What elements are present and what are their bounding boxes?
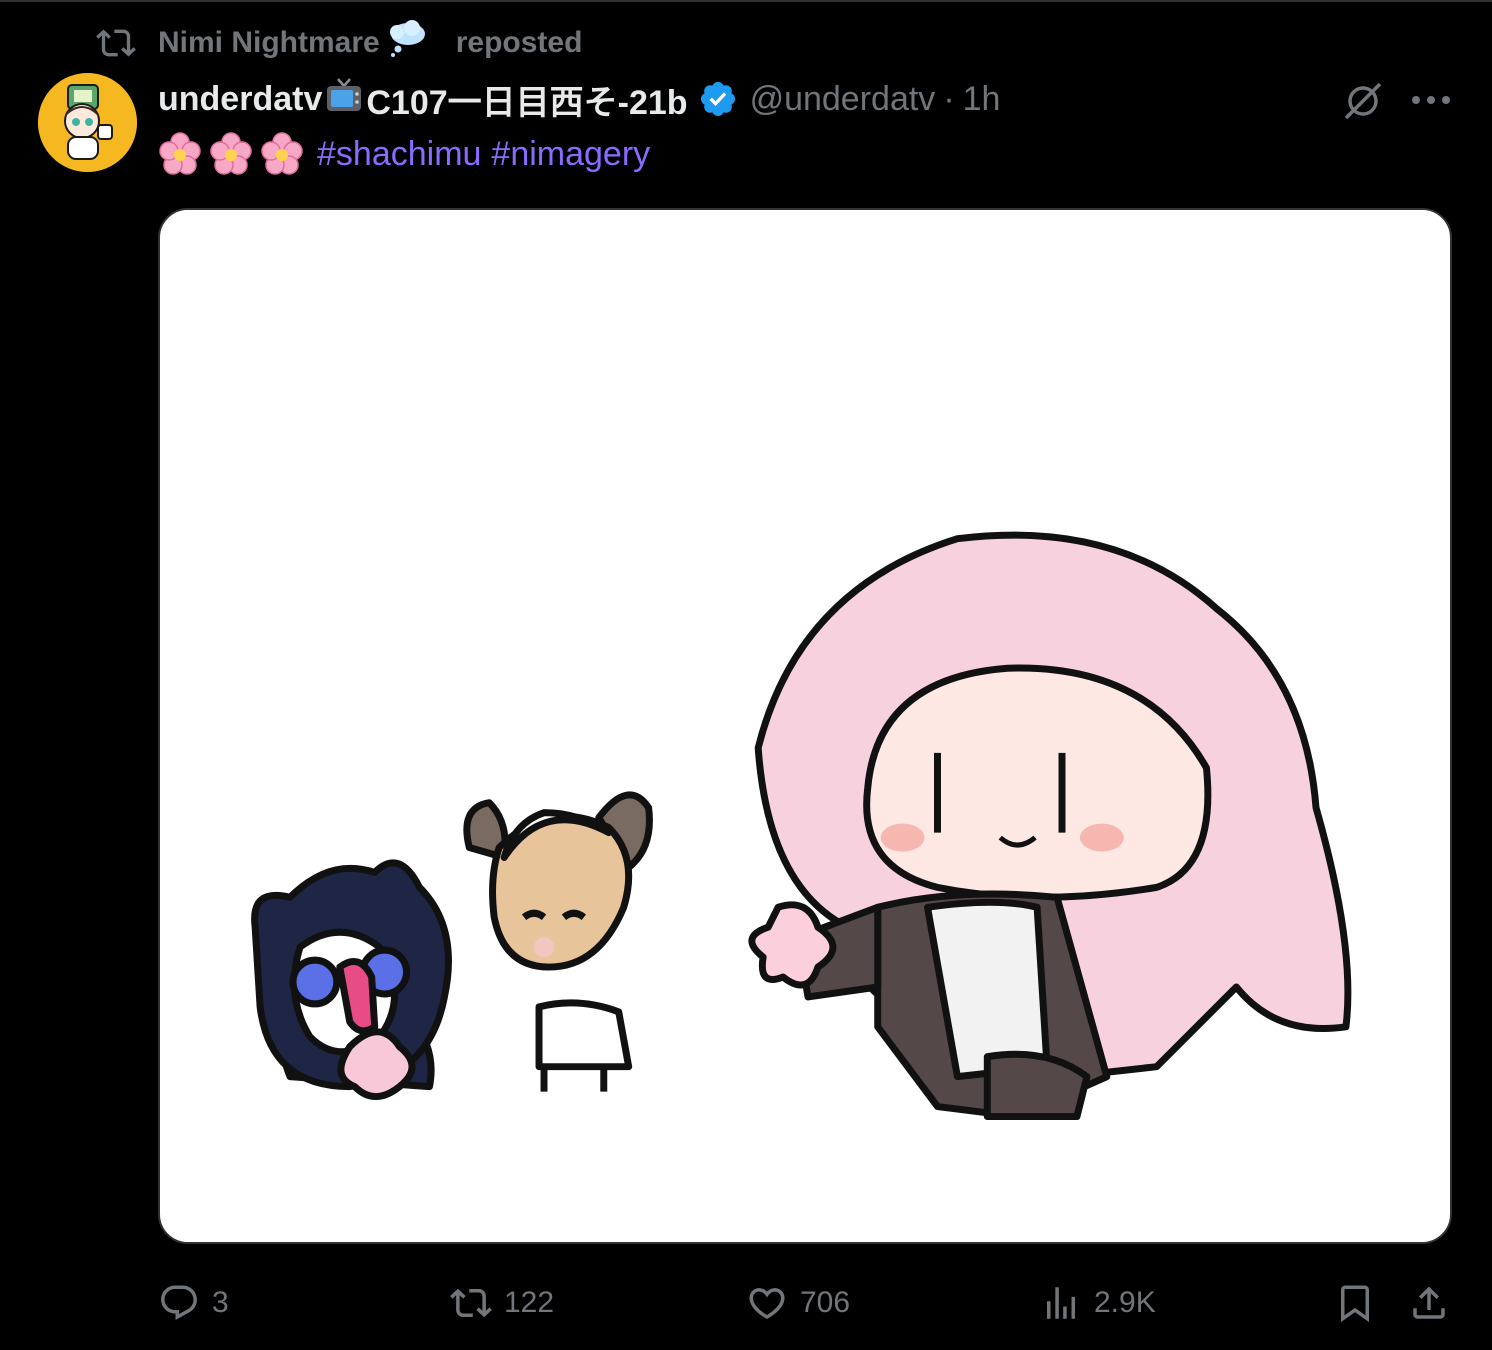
bookmark-button[interactable] (1334, 1278, 1388, 1328)
hashtag-link[interactable]: #shachimu (317, 135, 481, 174)
hashtag-link[interactable]: #nimagery (491, 135, 650, 174)
post-header: underdatv C107一日目西そ-21b @underdatv · 1h (158, 76, 1000, 122)
bookmark-icon (1341, 1285, 1369, 1323)
share-button[interactable] (1408, 1278, 1462, 1328)
repost-context[interactable]: Nimi Nightmare reposted (96, 19, 583, 67)
views-button[interactable]: 2.9K (1040, 1278, 1156, 1328)
top-divider (0, 0, 1492, 2)
share-icon (1413, 1286, 1445, 1319)
author-display-name[interactable]: underdatv (158, 80, 322, 119)
post-timestamp[interactable]: 1h (963, 80, 1001, 119)
television-icon (324, 75, 364, 124)
like-count: 706 (800, 1286, 851, 1319)
reposted-label: reposted (455, 26, 583, 59)
grok-icon[interactable] (1340, 78, 1386, 124)
cherry-blossom-icon (261, 132, 303, 175)
heart-icon (749, 1288, 785, 1320)
repost-icon (450, 1288, 492, 1318)
author-display-name-suffix[interactable]: C107一日目西そ-21b (366, 75, 687, 124)
more-options-icon[interactable] (1408, 82, 1454, 118)
author-avatar[interactable] (38, 73, 137, 172)
verified-badge-icon (700, 81, 735, 117)
reply-button[interactable]: 3 (158, 1278, 229, 1328)
view-count: 2.9K (1094, 1286, 1156, 1319)
repost-icon (96, 29, 136, 57)
like-button[interactable]: 706 (746, 1278, 850, 1328)
thought-balloon-icon (388, 19, 450, 67)
post-action-bar: 3 122 706 2.9K (0, 1278, 1492, 1328)
cherry-blossom-icon (159, 132, 201, 175)
repost-button[interactable]: 122 (450, 1278, 554, 1328)
post-media-image[interactable] (158, 208, 1452, 1244)
author-handle[interactable]: @underdatv (750, 80, 936, 119)
repost-count: 122 (504, 1286, 555, 1319)
meta-separator: · (943, 79, 955, 118)
cherry-blossom-icon (210, 132, 252, 175)
reply-count: 3 (212, 1286, 229, 1319)
reply-icon (161, 1285, 197, 1320)
reposter-name[interactable]: Nimi Nightmare (158, 26, 380, 60)
post-text: #shachimu #nimagery (158, 130, 650, 178)
analytics-icon (1047, 1287, 1075, 1319)
